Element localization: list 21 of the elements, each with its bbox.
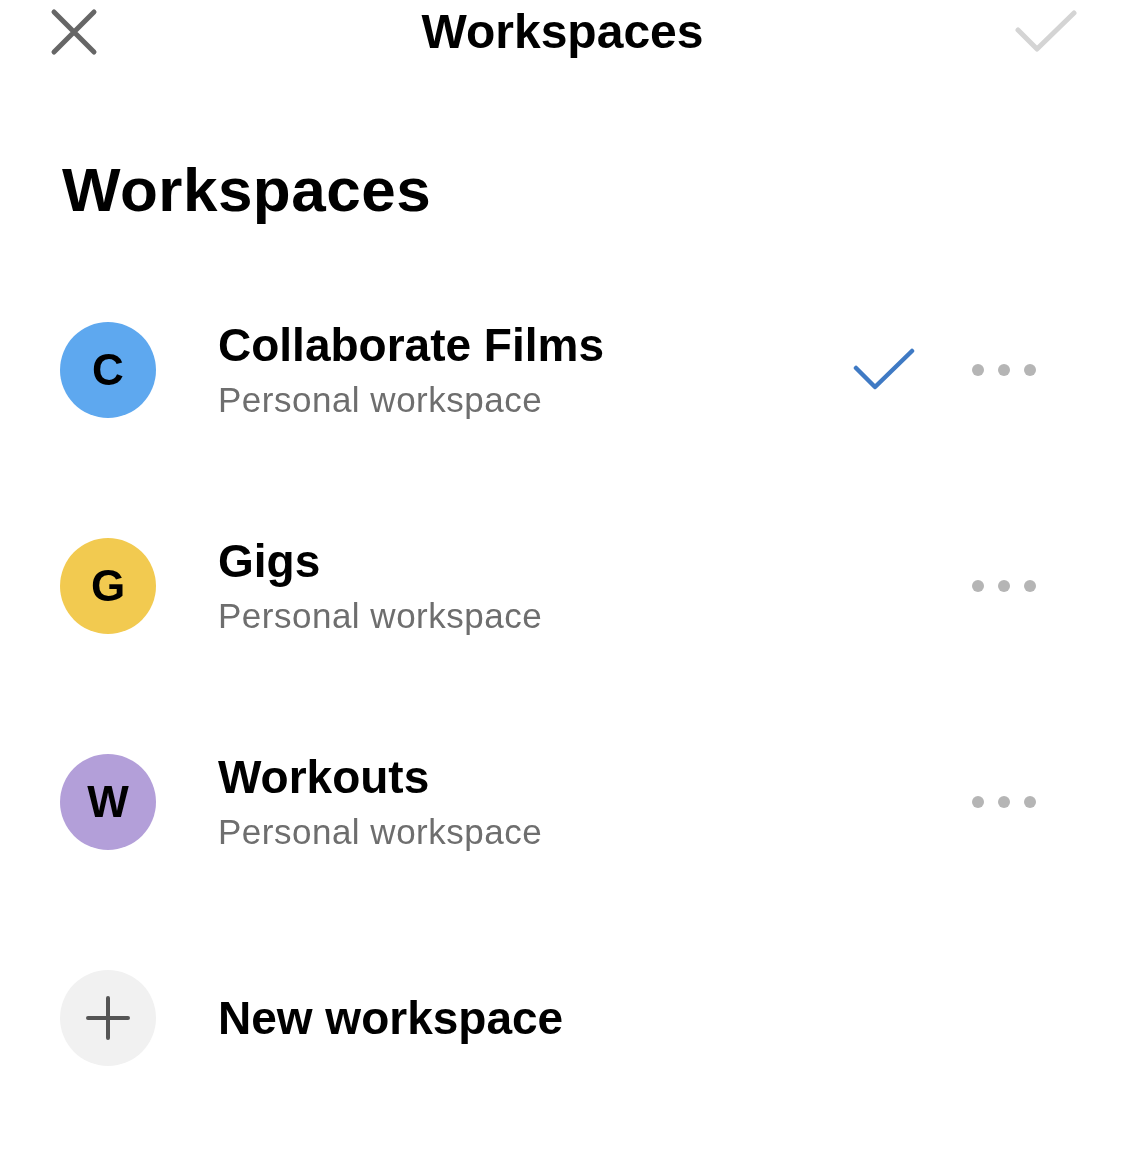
new-workspace-button[interactable]: New workspace: [60, 910, 564, 1126]
more-icon: [971, 363, 1037, 377]
close-icon: [50, 8, 98, 56]
more-icon: [971, 795, 1037, 809]
page-heading: Workspaces: [62, 154, 432, 226]
close-button[interactable]: [50, 8, 98, 56]
workspace-subtitle: Personal workspace: [218, 379, 543, 421]
window-title: Workspaces: [421, 5, 704, 58]
workspace-name: Collaborate Films: [218, 318, 604, 372]
checkmark-icon: [1015, 10, 1077, 54]
more-button[interactable]: [971, 579, 1037, 593]
more-button[interactable]: [971, 795, 1037, 809]
workspace-name: Workouts: [218, 750, 430, 804]
more-icon: [971, 579, 1037, 593]
workspace-subtitle: Personal workspace: [218, 595, 543, 637]
workspace-subtitle: Personal workspace: [218, 811, 543, 853]
workspace-avatar: G: [60, 538, 156, 634]
workspace-avatar: C: [60, 322, 156, 418]
workspace-avatar: W: [60, 754, 156, 850]
workspace-name: Gigs: [218, 534, 321, 588]
more-button[interactable]: [971, 363, 1037, 377]
